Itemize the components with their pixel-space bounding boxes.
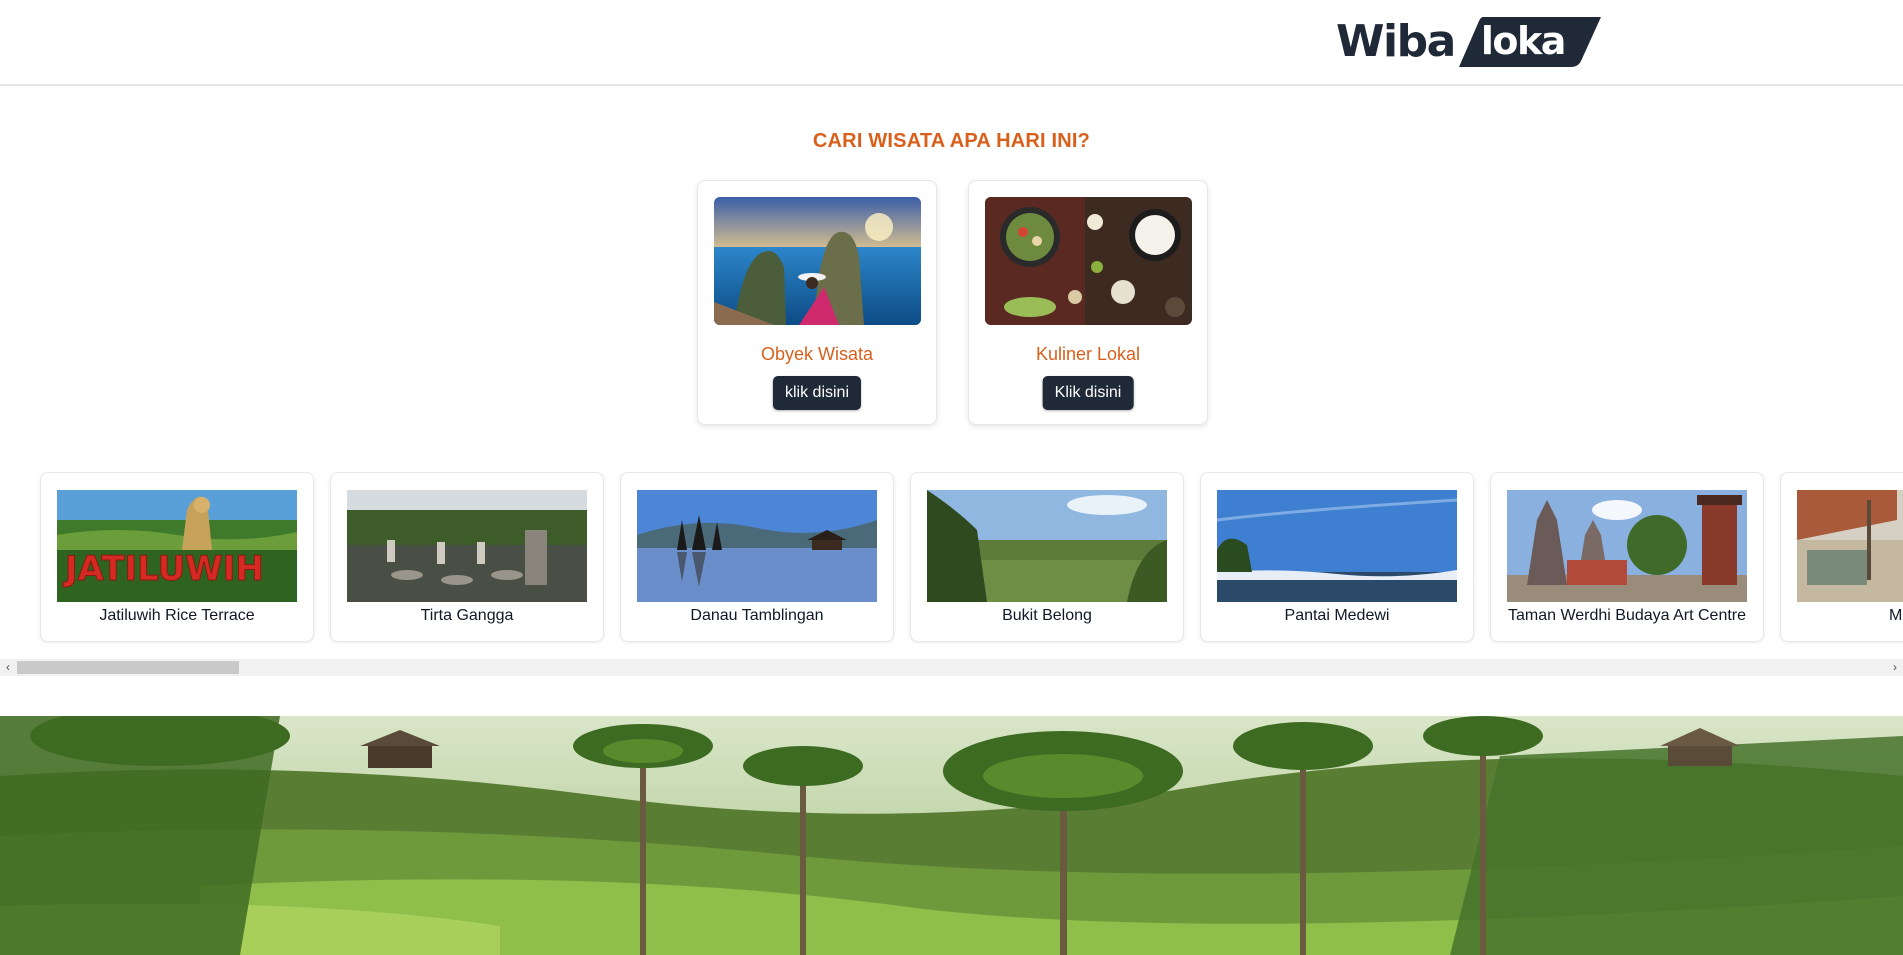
wibaloka-logo[interactable]: Wiba loka [1336, 16, 1601, 68]
scrollbar-thumb[interactable] [17, 661, 239, 674]
monkey-photo [1797, 490, 1903, 602]
place-card-jatiluwih[interactable]: JATILUWIH Jatiluwih Rice Terrace [40, 472, 314, 642]
logo-text-loka: loka [1480, 19, 1567, 63]
place-card-taman-werdhi-budaya[interactable]: Taman Werdhi Budaya Art Centre [1490, 472, 1764, 642]
local-food-photo [985, 197, 1192, 325]
place-name: Taman Werdhi Budaya Art Centre [1507, 607, 1747, 624]
places-carousel[interactable]: JATILUWIH Jatiluwih Rice Terrace Tirta G… [0, 472, 1903, 644]
place-name: Jatiluwih Rice Terrace [99, 607, 255, 624]
place-card-pantai-medewi[interactable]: Pantai Medewi [1200, 472, 1474, 642]
place-name: Bukit Belong [1002, 607, 1092, 624]
place-name: Monkey [1888, 607, 1903, 624]
danau-tamblingan-photo [637, 490, 877, 602]
scroll-right-arrow-icon[interactable]: › [1887, 659, 1903, 676]
logo-badge: loka [1458, 17, 1601, 67]
category-title: Obyek Wisata [760, 344, 874, 364]
pantai-medewi-photo [1217, 490, 1457, 602]
jatiluwih-sign-text: JATILUWIH [63, 549, 264, 589]
place-name: Tirta Gangga [420, 607, 514, 624]
site-header: Wiba loka [0, 0, 1903, 86]
place-card-monkey[interactable]: Monkey [1780, 472, 1903, 642]
bukit-belong-photo [927, 490, 1167, 602]
place-card-bukit-belong[interactable]: Bukit Belong [910, 472, 1184, 642]
kuliner-lokal-button[interactable]: Klik disini [1042, 376, 1134, 410]
place-card-danau-tamblingan[interactable]: Danau Tamblingan [620, 472, 894, 642]
category-card-obyek-wisata: Obyek Wisata klik disini [697, 180, 937, 425]
category-title: Kuliner Lokal [1035, 344, 1141, 364]
logo-text-wiba: Wiba [1336, 16, 1456, 67]
section-title: CARI WISATA APA HARI INI? [812, 130, 1091, 152]
place-name: Danau Tamblingan [690, 607, 824, 624]
taman-werdhi-budaya-photo [1507, 490, 1747, 602]
place-name: Pantai Medewi [1284, 607, 1390, 624]
tourist-attraction-photo [714, 197, 921, 325]
tirta-gangga-photo [347, 490, 587, 602]
obyek-wisata-button[interactable]: klik disini [772, 376, 862, 410]
place-card-tirta-gangga[interactable]: Tirta Gangga [330, 472, 604, 642]
carousel-scrollbar[interactable]: ‹ › [0, 659, 1903, 676]
scroll-left-arrow-icon[interactable]: ‹ [0, 659, 16, 676]
jatiluwih-photo: JATILUWIH [57, 490, 297, 602]
hero-rice-terrace-photo [0, 716, 1903, 955]
category-card-kuliner-lokal: Kuliner Lokal Klik disini [968, 180, 1208, 425]
